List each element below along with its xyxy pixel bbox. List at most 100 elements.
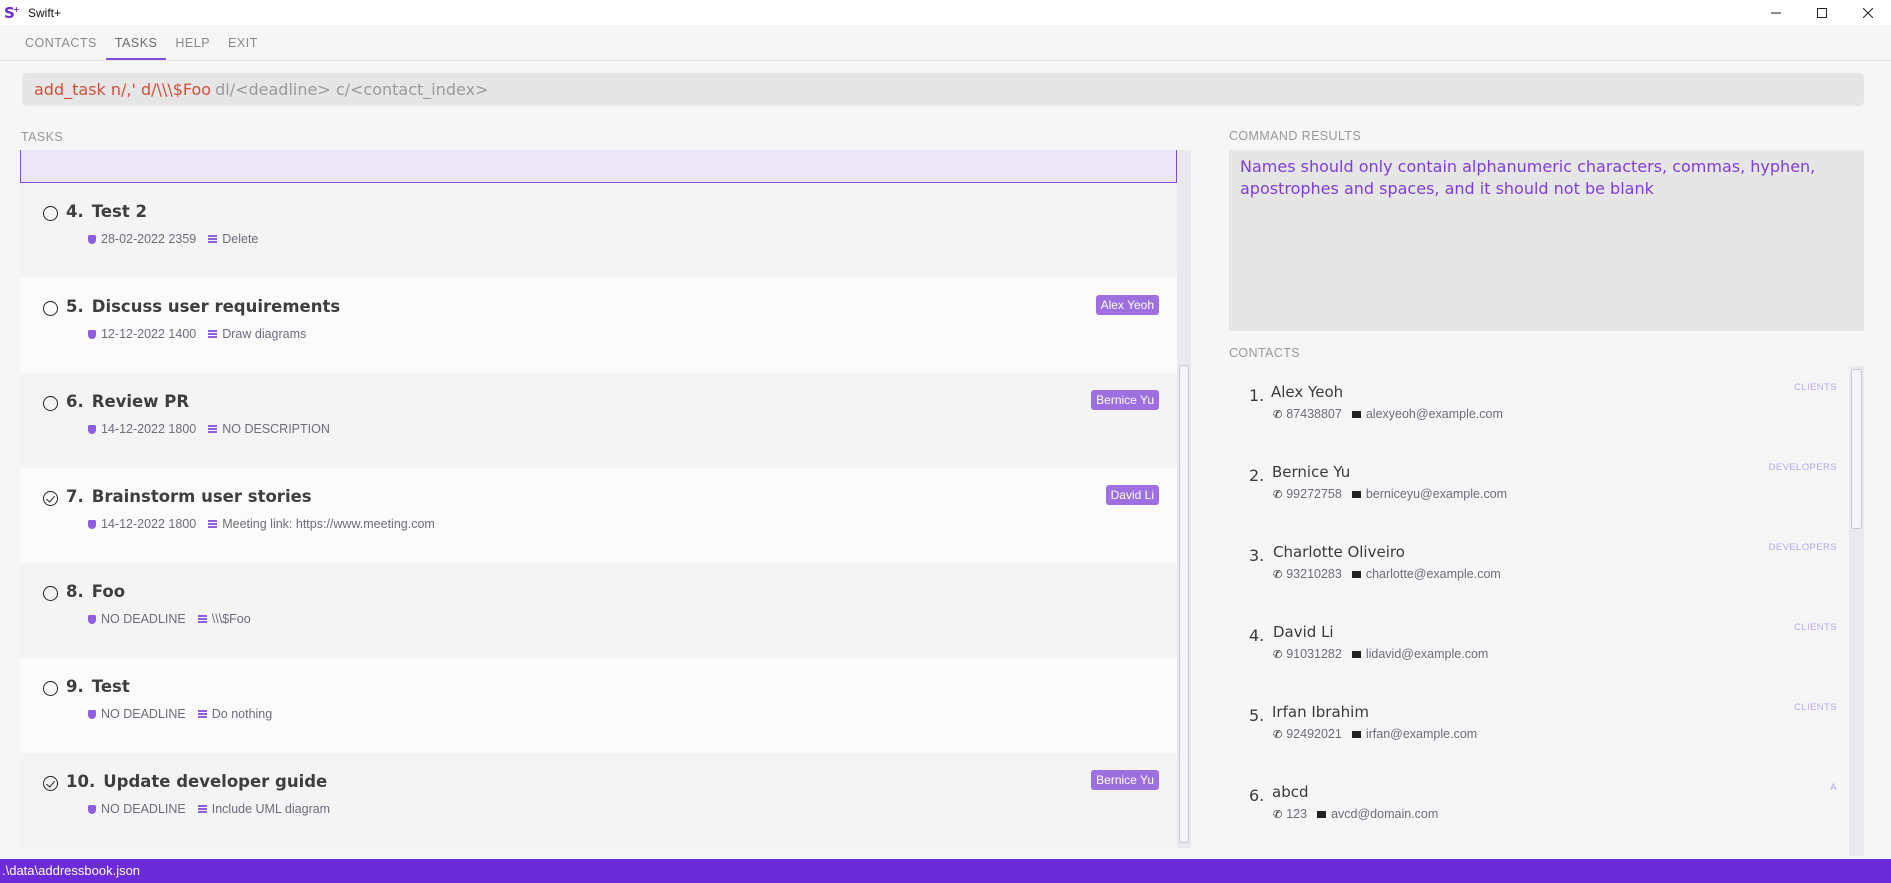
- task-status-icon[interactable]: [43, 586, 58, 601]
- phone-icon: ✆: [1273, 728, 1283, 741]
- task-deadline: NO DEADLINE: [101, 802, 186, 816]
- task-row[interactable]: 5. Discuss user requirements 12-12-2022 1…: [20, 278, 1177, 373]
- menu-bar: CONTACTS TASKS HELP EXIT: [0, 25, 1891, 61]
- selected-task-row[interactable]: [20, 150, 1177, 183]
- deadline-icon: [88, 424, 96, 434]
- task-deadline: NO DEADLINE: [101, 707, 186, 721]
- maximize-button[interactable]: [1799, 0, 1845, 25]
- menu-help[interactable]: HELP: [166, 25, 219, 60]
- task-row[interactable]: 9. Test NO DEADLINE Do nothing: [20, 658, 1177, 753]
- task-status-icon[interactable]: [43, 396, 58, 411]
- close-icon: [1863, 7, 1873, 18]
- email-icon: [1351, 490, 1361, 498]
- task-row[interactable]: 10. Update developer guide NO DEADLINE In…: [20, 753, 1177, 848]
- task-description: NO DESCRIPTION: [222, 422, 330, 436]
- description-icon: [208, 235, 218, 243]
- deadline-icon: [88, 804, 96, 814]
- status-bar: .\data\addressbook.json: [0, 859, 1891, 883]
- task-contact-tag: Bernice Yu: [1091, 390, 1159, 410]
- contact-name: Bernice Yu: [1272, 463, 1351, 481]
- minimize-button[interactable]: [1753, 0, 1799, 25]
- task-list-scroll-thumb[interactable]: [1179, 365, 1189, 843]
- task-list-scrollbar[interactable]: [1177, 150, 1191, 848]
- menu-exit[interactable]: EXIT: [219, 25, 267, 60]
- contact-index: 4.: [1249, 626, 1265, 645]
- contact-meta: ✆ 87438807 alexyeoh@example.com: [1273, 407, 1503, 421]
- contact-row[interactable]: 1. Alex Yeoh ✆ 87438807 alexyeoh@example.…: [1229, 366, 1849, 446]
- task-description: Meeting link: https://www.meeting.com: [222, 517, 435, 531]
- task-meta: NO DEADLINE Do nothing: [88, 707, 272, 721]
- task-done-icon[interactable]: [43, 776, 58, 791]
- description-icon: [208, 520, 218, 528]
- contact-email: avcd@domain.com: [1331, 807, 1439, 821]
- deadline-icon: [88, 329, 96, 339]
- task-status-icon[interactable]: [43, 206, 58, 221]
- task-contact-tag: Alex Yeoh: [1095, 295, 1159, 315]
- contact-name: Irfan Ibrahim: [1272, 703, 1369, 721]
- contact-phone: 92492021: [1286, 727, 1342, 741]
- menu-contacts[interactable]: CONTACTS: [16, 25, 106, 60]
- description-icon: [197, 710, 207, 718]
- contact-tag: CLIENTS: [1794, 622, 1837, 633]
- command-results: Names should only contain alphanumeric c…: [1229, 150, 1864, 331]
- contact-email: berniceyu@example.com: [1365, 487, 1508, 501]
- task-deadline: 14-12-2022 1800: [101, 517, 197, 531]
- contact-email: alexyeoh@example.com: [1365, 407, 1503, 421]
- task-title: 8. Foo: [66, 582, 126, 601]
- task-status-icon[interactable]: [43, 681, 58, 696]
- contact-phone: 87438807: [1286, 407, 1342, 421]
- contact-phone: 99272758: [1286, 487, 1342, 501]
- task-description: Delete: [222, 232, 259, 246]
- email-icon: [1317, 810, 1327, 818]
- contact-list-scrollbar[interactable]: [1849, 366, 1864, 856]
- description-icon: [197, 805, 207, 813]
- task-meta: 14-12-2022 1800 NO DESCRIPTION: [88, 422, 330, 436]
- contact-list-scroll-thumb[interactable]: [1851, 369, 1862, 529]
- task-row[interactable]: 8. Foo NO DEADLINE \\\$Foo: [20, 563, 1177, 658]
- maximize-icon: [1817, 7, 1827, 18]
- contact-row[interactable]: 2. Bernice Yu ✆ 99272758 berniceyu@exampl…: [1229, 446, 1849, 526]
- task-status-icon[interactable]: [43, 301, 58, 316]
- task-done-icon[interactable]: [43, 491, 58, 506]
- contact-tag: DEVELOPERS: [1768, 462, 1837, 473]
- contact-email: irfan@example.com: [1365, 727, 1478, 741]
- task-meta: 28-02-2022 2359 Delete: [88, 232, 258, 246]
- description-icon: [208, 425, 218, 433]
- task-contact-tag: Bernice Yu: [1091, 770, 1159, 790]
- contact-email: charlotte@example.com: [1365, 567, 1501, 581]
- command-input[interactable]: add_task n/,' d/\\\$Foo dl/<deadline> c/…: [22, 73, 1864, 106]
- command-hint: dl/<deadline> c/<contact_index>: [215, 80, 489, 99]
- tasks-label: TASKS: [21, 130, 64, 144]
- close-button[interactable]: [1845, 0, 1891, 25]
- contact-meta: ✆ 123 avcd@domain.com: [1273, 807, 1438, 821]
- window-title: Swift+: [28, 5, 62, 20]
- contact-row[interactable]: 4. David Li ✆ 91031282 lidavid@example.co…: [1229, 606, 1849, 686]
- contact-tag: CLIENTS: [1794, 382, 1837, 393]
- deadline-icon: [88, 519, 96, 529]
- task-description: Draw diagrams: [222, 327, 307, 341]
- contact-meta: ✆ 91031282 lidavid@example.com: [1273, 647, 1488, 661]
- deadline-icon: [88, 709, 96, 719]
- results-label: COMMAND RESULTS: [1229, 129, 1362, 143]
- contact-index: 3.: [1249, 546, 1265, 565]
- task-title: 4. Test 2: [66, 202, 147, 221]
- app-logo-icon: S +: [4, 3, 20, 22]
- contact-row[interactable]: 6. abcd ✆ 123 avcd@domain.com A: [1229, 766, 1849, 846]
- contact-tag: A: [1830, 782, 1837, 793]
- phone-icon: ✆: [1273, 568, 1283, 581]
- contact-row[interactable]: 3. Charlotte Oliveiro ✆ 93210283 charlott…: [1229, 526, 1849, 606]
- email-icon: [1351, 410, 1361, 418]
- description-icon: [208, 330, 218, 338]
- contact-tag: CLIENTS: [1794, 702, 1837, 713]
- contact-phone: 93210283: [1286, 567, 1342, 581]
- contact-row[interactable]: 5. Irfan Ibrahim ✆ 92492021 irfan@example…: [1229, 686, 1849, 766]
- menu-tasks[interactable]: TASKS: [105, 25, 167, 60]
- task-row[interactable]: 4. Test 2 28-02-2022 2359 Delete: [20, 183, 1177, 278]
- task-deadline: 12-12-2022 1400: [101, 327, 197, 341]
- task-meta: NO DEADLINE Include UML diagram: [88, 802, 330, 816]
- task-row[interactable]: 6. Review PR 14-12-2022 1800 NO DESCRIPTI…: [20, 373, 1177, 468]
- minimize-icon: [1771, 12, 1781, 13]
- contact-phone: 123: [1286, 807, 1308, 821]
- task-row[interactable]: 7. Brainstorm user stories 14-12-2022 180…: [20, 468, 1177, 563]
- task-list: 4. Test 2 28-02-2022 2359 Delete 5. Discus…: [20, 150, 1177, 848]
